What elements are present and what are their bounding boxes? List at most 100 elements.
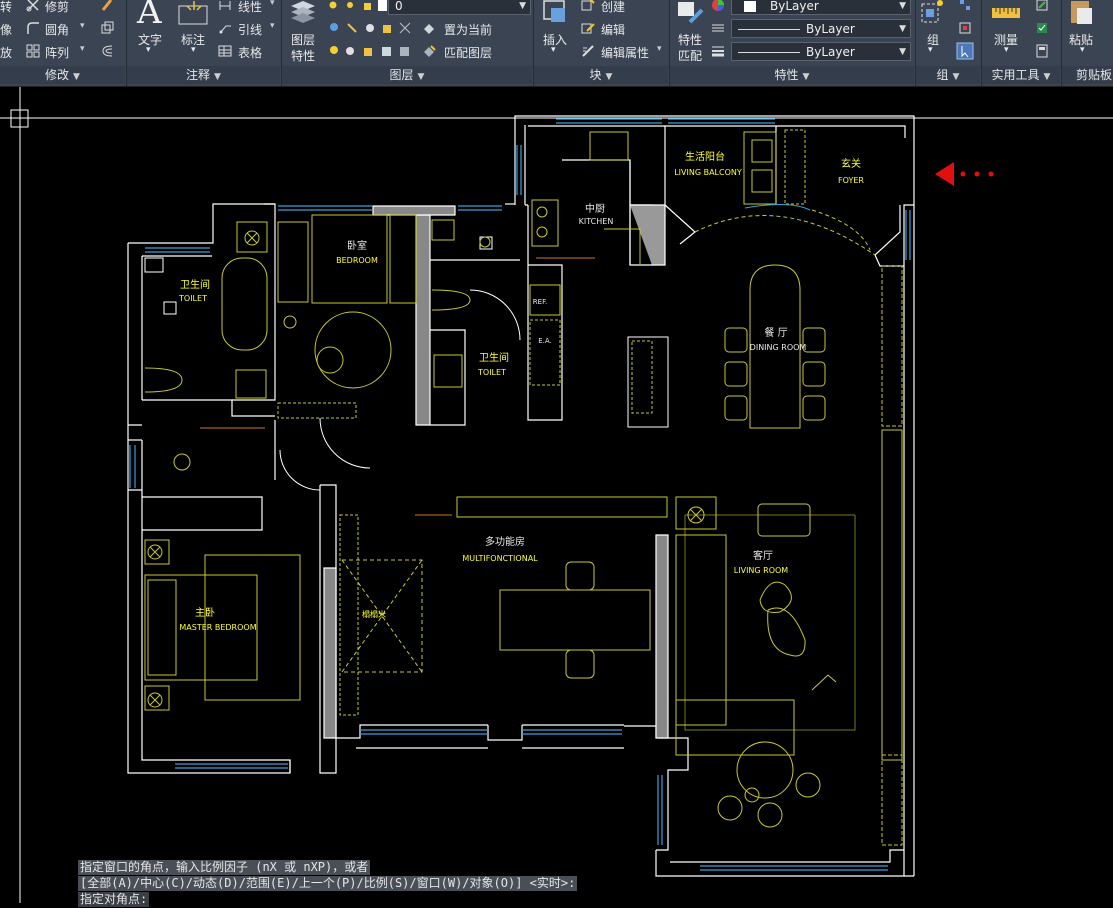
label-toilet1-en: TOILET	[178, 294, 207, 303]
trim-button[interactable]: 修剪	[45, 0, 69, 15]
group-edit-icon[interactable]	[958, 21, 972, 35]
group-icon[interactable]	[919, 0, 947, 26]
dimension-dropdown-icon[interactable]: ▾	[191, 45, 196, 55]
command-line-2: [全部(A)/中心(C)/动态(D)/范围(E)/上一个(P)/比例(S)/窗口…	[78, 876, 578, 891]
match-properties-label-1[interactable]: 特性	[678, 31, 702, 48]
rotate-button[interactable]: 转	[0, 0, 12, 15]
current-layer-dropdown[interactable]: 0 ▼	[388, 0, 531, 15]
color-wheel-icon	[712, 0, 724, 11]
lineweight-icon	[712, 46, 724, 57]
layer-state-icons[interactable]	[328, 0, 388, 12]
lineweight-value: ByLayer	[806, 45, 855, 59]
walls	[127, 115, 915, 877]
color-dropdown[interactable]: ByLayer ▼	[731, 0, 911, 15]
groups-panel-title[interactable]: 组 ▼	[916, 66, 980, 84]
current-layer-value: 0	[395, 0, 403, 13]
layer-properties-label-2[interactable]: 特性	[291, 47, 315, 64]
label-bedroom-cn: 卧室	[347, 239, 367, 252]
trim-icon	[26, 0, 39, 12]
block-panel-title[interactable]: 块 ▼	[534, 66, 668, 84]
group-dropdown-icon[interactable]: ▾	[928, 45, 933, 55]
chevron-down-icon: ▼	[605, 72, 613, 82]
edit-attributes-icon	[582, 45, 594, 57]
linear-dim-icon	[219, 1, 231, 10]
properties-panel-title[interactable]: 特性 ▼	[670, 66, 914, 84]
label-dining-cn: 餐 厅	[764, 326, 787, 339]
linear-button[interactable]: 线性	[238, 0, 262, 15]
group-selection-icon[interactable]	[956, 42, 974, 60]
id-point-icon[interactable]	[1035, 0, 1049, 12]
linear-dropdown-icon[interactable]: ▾	[270, 0, 275, 8]
insert-dropdown-icon[interactable]: ▾	[551, 45, 556, 55]
chevron-down-icon: ▼	[1043, 72, 1051, 82]
array-button[interactable]: 阵列	[45, 44, 69, 61]
command-prompt[interactable]: 指定对角点:	[78, 892, 150, 907]
utilities-panel-title[interactable]: 实用工具 ▼	[982, 66, 1060, 84]
utilities-panel-label: 实用工具	[991, 68, 1040, 82]
paste-dropdown-icon[interactable]: ▾	[1080, 45, 1085, 55]
label-toilet2-en: TOILET	[477, 368, 506, 377]
linetype-dropdown[interactable]: ByLayer ▼	[731, 19, 911, 38]
modify-panel-title[interactable]: 修改 ▼	[0, 66, 125, 84]
label-bedroom-en: BEDROOM	[336, 256, 378, 265]
copy-icon[interactable]	[100, 21, 114, 35]
label-toilet2-cn: 卫生间	[479, 351, 509, 364]
label-balcony-cn: 生活阳台	[685, 150, 725, 163]
array-dropdown-icon[interactable]: ▾	[80, 44, 85, 54]
layer-tools-row2-icons[interactable]	[328, 44, 416, 58]
leader-button[interactable]: 引线	[238, 21, 262, 38]
dimension-icon[interactable]	[177, 0, 211, 28]
color-swatch	[744, 1, 756, 12]
match-properties-icon[interactable]	[676, 0, 706, 26]
edit-attributes-dropdown-icon[interactable]: ▾	[657, 44, 662, 54]
label-dining-en: DINING ROOM	[750, 343, 807, 352]
edit-block-button[interactable]: 编辑	[601, 21, 625, 38]
chevron-down-icon: ▼	[899, 1, 906, 11]
ungroup-icon[interactable]	[958, 0, 972, 12]
edit-block-icon	[581, 23, 595, 34]
text-dropdown-icon[interactable]: ▾	[146, 45, 151, 55]
layers-panel-title[interactable]: 图层 ▼	[282, 66, 532, 84]
ribbon: 转 像 放 修剪 圆角 ▾ 阵列 ▾ 修改 ▼ A 文字 ▾ 标注 ▾ 线性 ▾ …	[0, 0, 1113, 87]
match-properties-label-2[interactable]: 匹配	[678, 47, 702, 64]
color-value: ByLayer	[770, 0, 819, 13]
label-tatami: 榻榻米	[362, 609, 386, 619]
table-button[interactable]: 表格	[238, 44, 262, 61]
command-line-1: 指定窗口的角点，输入比例因子 (nX 或 nXP)，或者	[78, 860, 371, 875]
label-toilet1-cn: 卫生间	[180, 278, 210, 291]
annotation-panel-title[interactable]: 注释 ▼	[127, 66, 280, 84]
lineweight-dropdown[interactable]: ByLayer ▼	[731, 42, 911, 61]
make-current-button[interactable]: 置为当前	[444, 21, 492, 38]
measure-dropdown-icon[interactable]: ▾	[1004, 45, 1009, 55]
text-large-icon[interactable]: A	[137, 0, 162, 32]
label-master-en: MASTER BEDROOM	[179, 623, 256, 632]
scale-button[interactable]: 放	[0, 44, 12, 61]
fillet-dropdown-icon[interactable]: ▾	[80, 21, 85, 31]
calculator-icon[interactable]	[1035, 44, 1049, 58]
layer-properties-label-1[interactable]: 图层	[291, 31, 315, 48]
insert-block-icon[interactable]	[541, 0, 569, 26]
offset-icon[interactable]	[100, 44, 114, 58]
match-layer-button[interactable]: 匹配图层	[444, 44, 492, 61]
clipboard-panel-title[interactable]: 剪贴板	[1062, 66, 1113, 84]
layers-panel-label: 图层	[389, 68, 414, 82]
chevron-down-icon: ▼	[952, 72, 960, 82]
leader-dropdown-icon[interactable]: ▾	[270, 21, 275, 31]
quick-select-icon[interactable]	[1035, 21, 1049, 35]
create-block-button[interactable]: 创建	[601, 0, 625, 15]
paste-icon[interactable]	[1067, 0, 1095, 26]
modify-panel-label: 修改	[45, 68, 70, 82]
make-current-icon	[424, 24, 434, 34]
layer-tools-row1-icons[interactable]	[328, 21, 416, 35]
chevron-down-icon: ▼	[73, 72, 80, 82]
mirror-button[interactable]: 像	[0, 21, 12, 38]
layer-properties-icon[interactable]	[288, 0, 318, 26]
label-foyer-cn: 玄关	[841, 157, 861, 170]
fillet-button[interactable]: 圆角	[45, 21, 69, 38]
edit-attributes-button[interactable]: 编辑属性	[601, 44, 649, 61]
drawing-canvas[interactable]: 生活阳台 LIVING BALCONY 玄关 FOYER 中厨 KITCHEN …	[0, 87, 1113, 903]
floor-plan[interactable]: 生活阳台 LIVING BALCONY 玄关 FOYER 中厨 KITCHEN …	[0, 87, 1113, 903]
chevron-down-icon: ▼	[519, 1, 526, 11]
measure-icon[interactable]	[990, 0, 1022, 26]
erase-icon[interactable]	[100, 0, 114, 12]
